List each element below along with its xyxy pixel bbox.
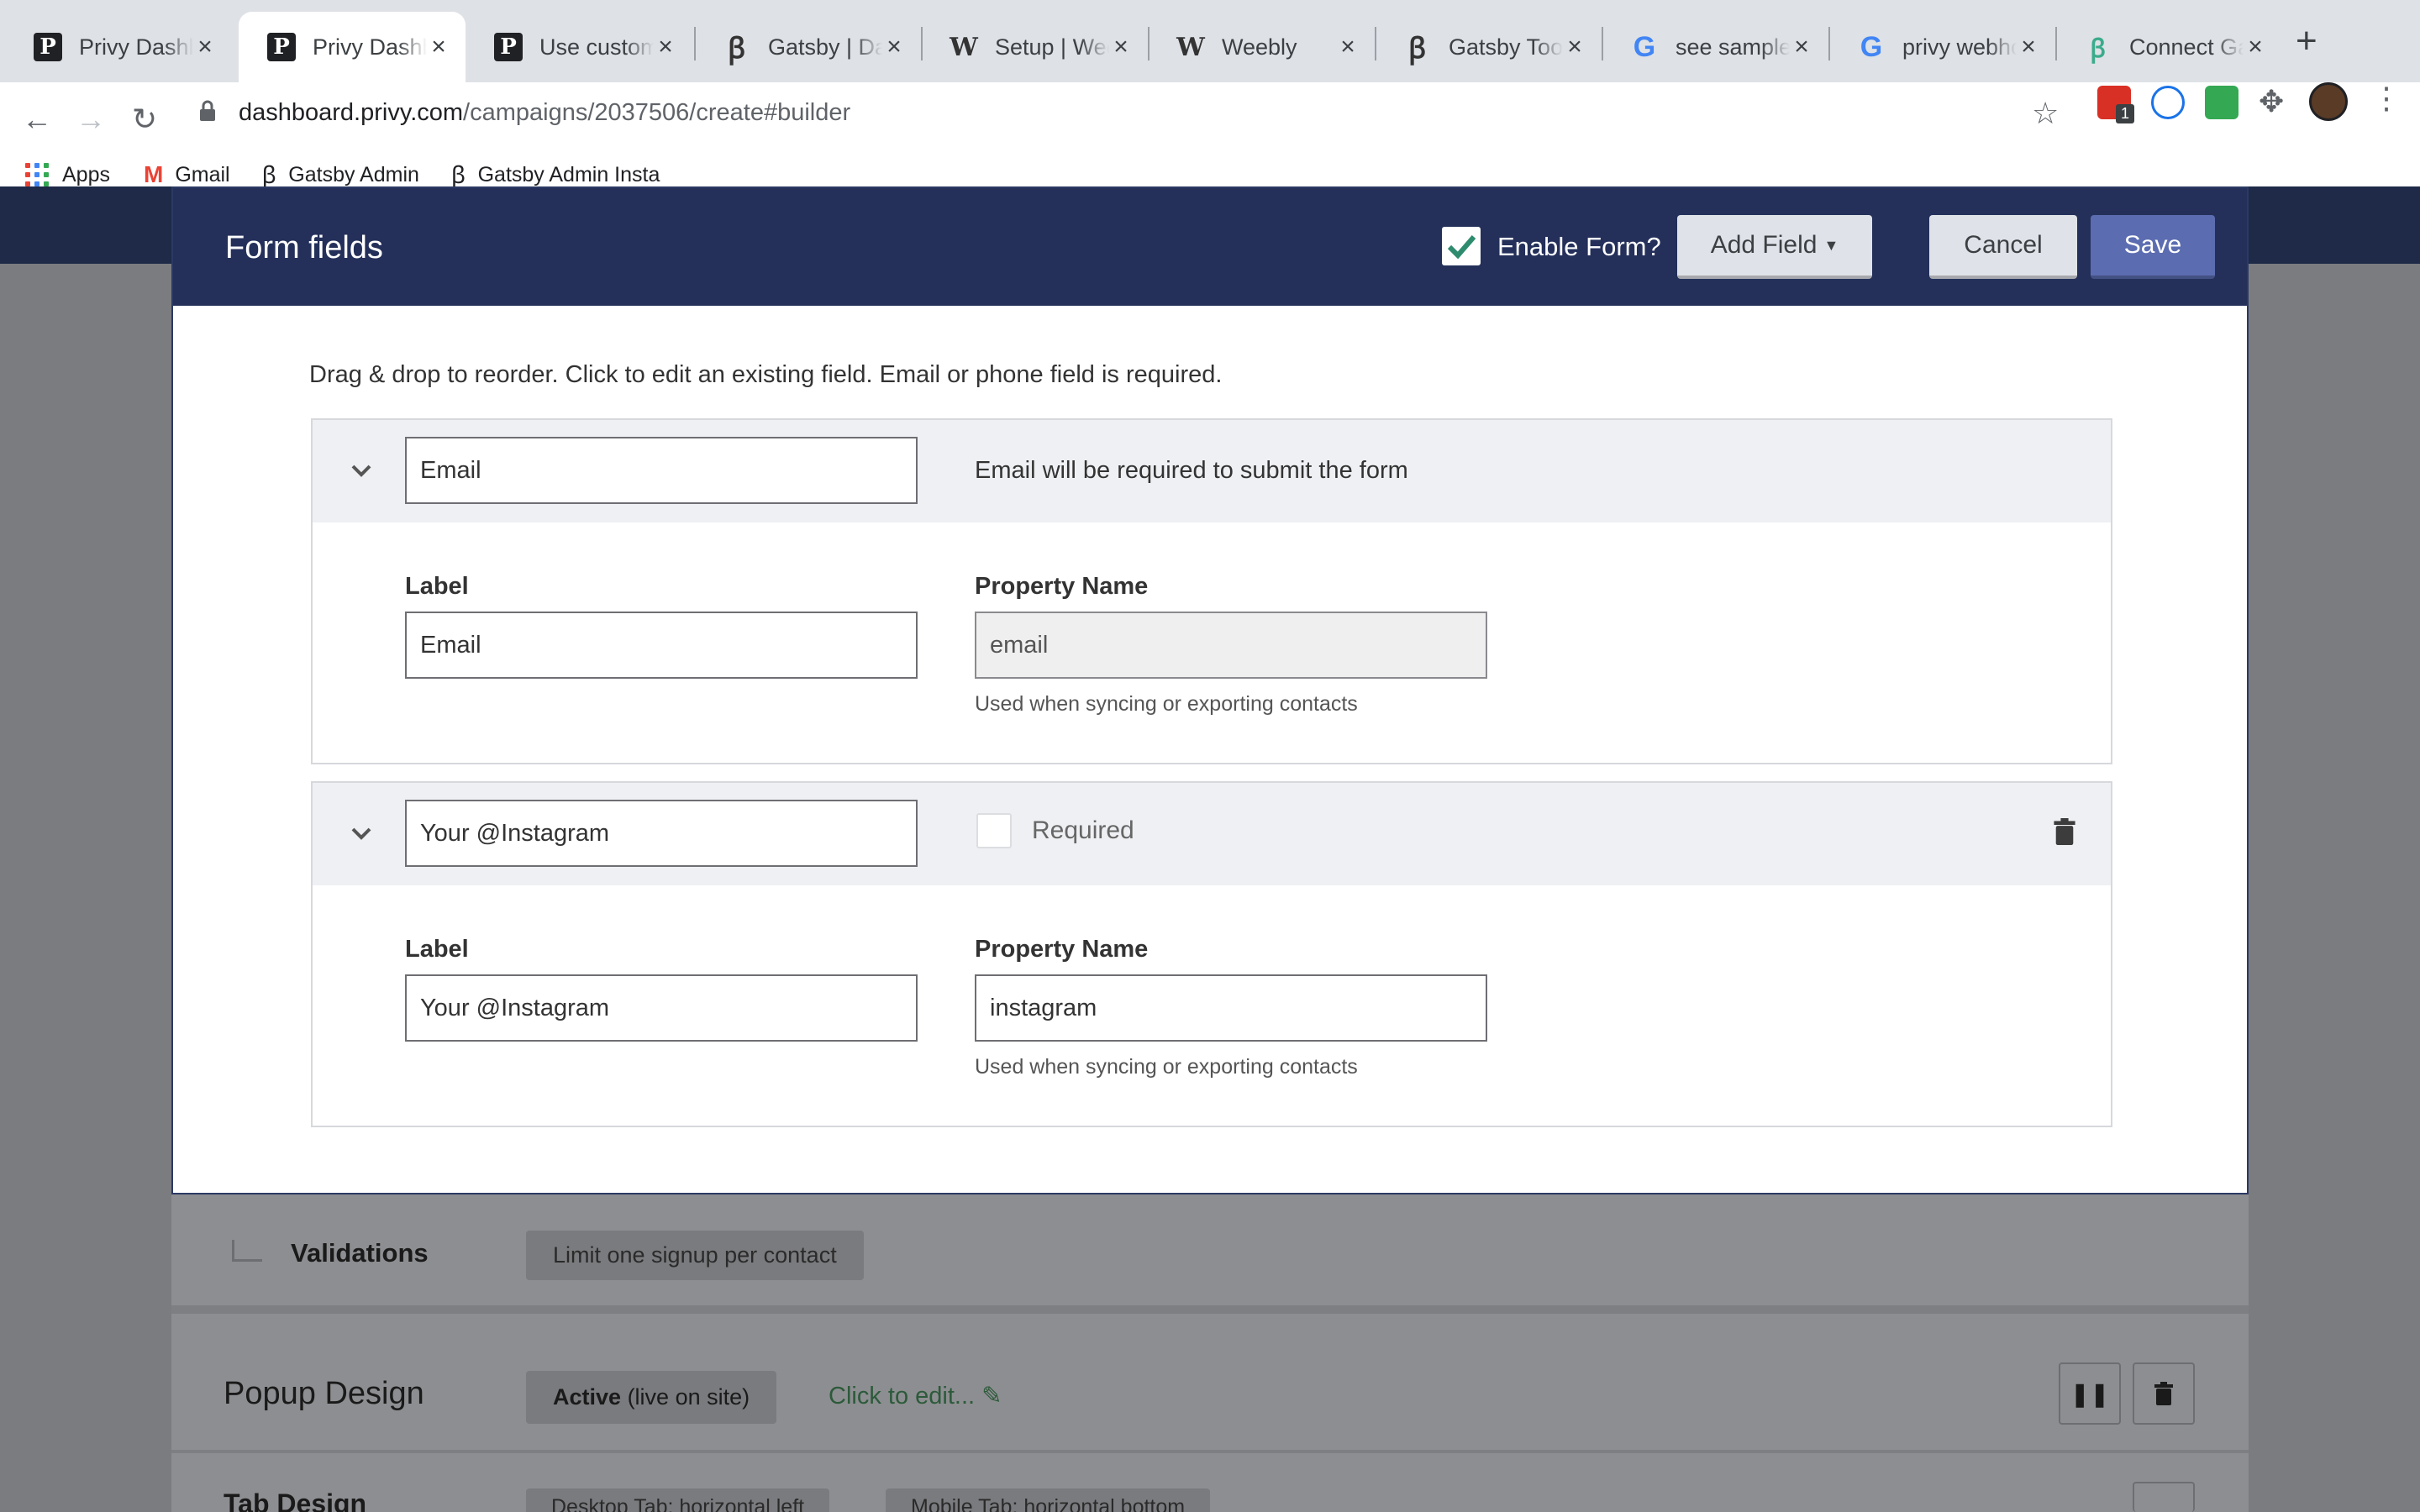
google-icon: G [1633,30,1656,63]
modal-title: Form fields [225,230,383,265]
delete-button[interactable] [2133,1362,2195,1425]
tab-design-title: Tab Design [224,1488,367,1512]
url-path: /campaigns/2037506/create#builder [463,99,851,126]
cancel-button[interactable]: Cancel [1929,215,2077,279]
required-label[interactable]: Required [1032,816,1134,845]
new-tab-icon[interactable]: + [2296,20,2317,62]
tab-mobile-chip: Mobile Tab: horizontal bottom [886,1488,1211,1512]
field-header-input[interactable]: Email [405,437,918,504]
popup-design-title: Popup Design [224,1376,424,1411]
enable-form-label[interactable]: Enable Form? [1497,232,1661,262]
close-tab-icon[interactable]: × [427,33,450,61]
google-icon: G [1860,30,1883,63]
extension-icon[interactable] [2205,86,2238,119]
email-required-note: Email will be required to submit the for… [975,457,1408,484]
tree-connector [232,1240,262,1262]
url-host: dashboard.privy.com [239,99,464,126]
gatsby-icon: ꞵ [728,33,746,65]
browser-tab[interactable]: ꞵ Connect Ga × [2055,12,2282,82]
back-icon[interactable]: ← [17,99,57,139]
weebly-icon: W [1176,32,1205,62]
browser-tab[interactable]: G privy webho × [1828,12,2055,82]
close-tab-icon[interactable]: × [2244,33,2267,61]
modal-hint: Drag & drop to reorder. Click to edit an… [309,361,1223,388]
reload-icon[interactable]: ↻ [124,99,165,139]
extension-badge: 1 [2116,104,2135,123]
gmail-icon: M [143,161,164,187]
pause-icon: ❚❚ [2070,1380,2110,1407]
add-field-button[interactable]: Add Field ▼ [1677,215,1872,279]
apps-grid-icon [25,163,49,186]
validations-label: Validations [291,1238,429,1268]
extensions-puzzle-icon[interactable]: ✥ [2259,84,2284,119]
property-name-input: email [975,612,1487,679]
extension-icon[interactable] [2151,86,2185,119]
profile-avatar[interactable] [2309,82,2348,121]
browser-tab[interactable]: ꞵ Gatsby Tool × [1375,12,1602,82]
close-tab-icon[interactable]: × [882,33,906,61]
property-name-heading: Property Name [975,573,1149,600]
close-tab-icon[interactable]: × [1109,33,1133,61]
privy-icon: P [267,33,296,61]
form-fields-modal: Form fields Enable Form? Add Field ▼ Canc… [171,186,2249,1194]
browser-tab[interactable]: P Privy Dashboard × [5,12,232,82]
caret-down-icon: ▼ [1823,236,1839,254]
property-name-heading: Property Name [975,936,1149,963]
popup-design-row [171,1336,2249,1453]
label-heading: Label [405,573,469,600]
field-header-input[interactable]: Your @Instagram [405,800,918,867]
validations-chip[interactable]: Limit one signup per contact [526,1231,864,1280]
gatsby-icon: ꞵ [1408,33,1427,65]
checkmark-icon [1447,235,1476,260]
trash-icon [2154,1382,2173,1405]
close-tab-icon[interactable]: × [654,33,677,61]
modal-header: Form fields Enable Form? Add Field ▼ Canc… [173,188,2247,306]
property-help-text: Used when syncing or exporting contacts [975,692,1358,716]
popup-status-badge: Active (live on site) [526,1371,777,1424]
property-help-text: Used when syncing or exporting contacts [975,1055,1358,1079]
property-name-input[interactable]: instagram [975,974,1487,1042]
pause-button[interactable]: ❚❚ [2059,1362,2121,1425]
close-tab-icon[interactable]: × [1563,33,1586,61]
chevron-down-icon[interactable] [350,822,373,845]
enable-form-checkbox[interactable] [1442,227,1481,265]
browser-tab-active[interactable]: P Privy Dashboard × [239,12,466,82]
privy-icon: P [494,33,523,61]
forward-icon[interactable]: → [71,99,111,139]
weebly-icon: W [950,32,978,62]
form-field-card-email[interactable]: Email Email will be required to submit t… [311,418,2112,764]
browser-tab[interactable]: W Weebly × [1148,12,1375,82]
tab-desktop-chip: Desktop Tab: horizontal left [526,1488,830,1512]
label-heading: Label [405,936,469,963]
label-input[interactable]: Your @Instagram [405,974,918,1042]
browser-tab[interactable]: G see sample × [1602,12,1828,82]
trash-icon[interactable] [2054,818,2075,845]
popup-edit-link[interactable]: Click to edit... ✎ [829,1381,1002,1410]
validations-row [171,1194,2249,1314]
browser-toolbar: ← → ↻ dashboard.privy.com/campaigns/2037… [0,82,2420,202]
label-input[interactable]: Email [405,612,918,679]
pencil-icon: ✎ [981,1383,1002,1410]
browser-tab[interactable]: W Setup | Weel × [921,12,1148,82]
close-tab-icon[interactable]: × [193,33,217,61]
bookmark-apps[interactable]: Apps [25,163,110,187]
browser-tab-strip: P Privy Dashboard × P Privy Dashboard × … [0,0,2420,82]
close-tab-icon[interactable]: × [1790,33,1813,61]
address-bar[interactable]: dashboard.privy.com/campaigns/2037506/cr… [239,99,850,127]
save-button[interactable]: Save [2091,215,2215,279]
privy-icon: P [34,33,62,61]
browser-tab[interactable]: ꞵ Gatsby | Dat × [694,12,921,82]
bookmark-gmail[interactable]: M Gmail [144,161,230,188]
tab-delete-button[interactable] [2133,1482,2195,1512]
lock-icon [200,100,215,121]
bookmark-star-icon[interactable]: ☆ [2032,96,2059,131]
browser-tab[interactable]: P Use custom × [466,12,692,82]
required-checkbox[interactable] [976,813,1012,848]
close-tab-icon[interactable]: × [2017,33,2040,61]
close-tab-icon[interactable]: × [1336,33,1360,61]
connect-icon: ꞵ [2090,34,2107,63]
chevron-down-icon[interactable] [350,459,373,482]
form-field-card-instagram[interactable]: Your @Instagram Required Label Your @Ins… [311,781,2112,1127]
more-menu-icon[interactable]: ⋮ [2371,81,2402,116]
